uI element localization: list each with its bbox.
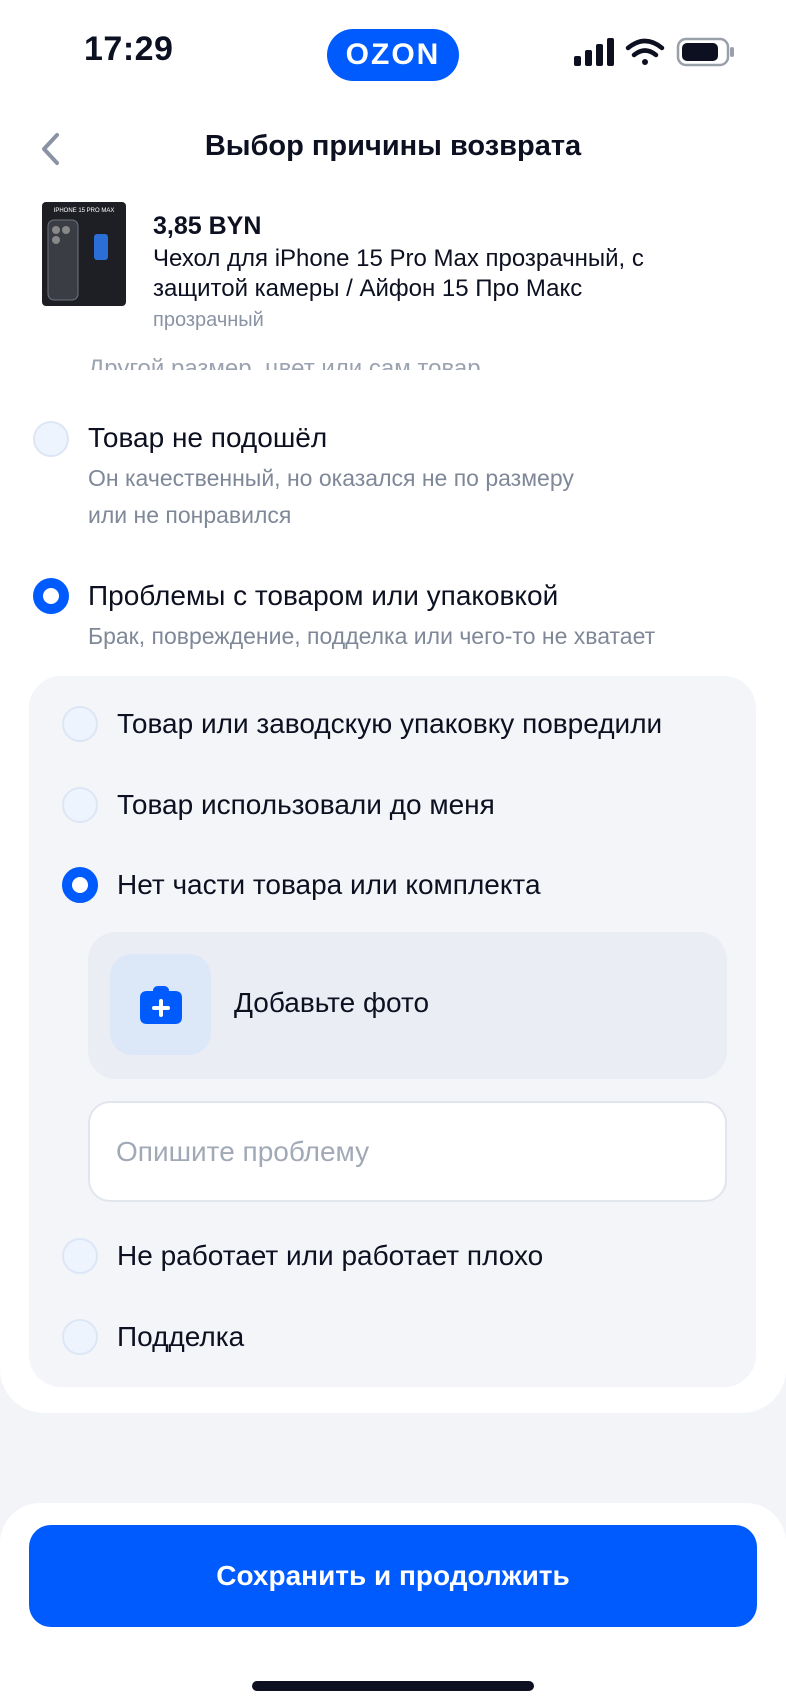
option-problems-title[interactable]: Проблемы с товаром или упаковкой xyxy=(88,580,558,612)
add-photo-button[interactable]: Добавьте фото xyxy=(88,932,727,1079)
sub-option-label[interactable]: Товар или заводскую упаковку повредили xyxy=(117,708,662,740)
wifi-icon xyxy=(625,38,665,65)
page-title: Выбор причины возврата xyxy=(204,130,582,162)
sub-option-label[interactable]: Нет части товара или комплекта xyxy=(117,869,541,901)
radio-sub-option[interactable] xyxy=(62,787,98,823)
product-variant: прозрачный xyxy=(153,309,264,331)
product-image-label: IPHONE 15 PRO MAX xyxy=(54,208,115,214)
product-price: 3,85 BYN xyxy=(153,212,262,240)
option-problems-subtitle: Брак, повреждение, подделка или чего-то … xyxy=(88,623,656,649)
save-continue-button[interactable]: Сохранить и продолжить xyxy=(29,1525,757,1627)
option-not-fit-subtitle-line2: или не понравился xyxy=(88,502,292,528)
battery-icon xyxy=(676,37,734,67)
photo-icon-box xyxy=(110,954,211,1055)
camera-plus-icon xyxy=(139,985,182,1024)
sub-option-label[interactable]: Не работает или работает плохо xyxy=(117,1240,543,1272)
product-name: Чехол для iPhone 15 Pro Max прозрачный, … xyxy=(153,245,644,302)
radio-sub-option[interactable] xyxy=(62,706,98,742)
describe-problem-input[interactable] xyxy=(88,1101,727,1202)
ozon-logo: OZON xyxy=(327,29,459,81)
radio-sub-option[interactable] xyxy=(62,1319,98,1355)
signal-icon xyxy=(574,38,614,66)
product-image: IPHONE 15 PRO MAX xyxy=(38,200,130,310)
status-time: 17:29 xyxy=(84,30,174,68)
radio-problems[interactable] xyxy=(33,578,69,614)
home-indicator xyxy=(252,1681,534,1691)
radio-not-fit[interactable] xyxy=(33,421,69,457)
option-not-fit-subtitle-line1: Он качественный, но оказался не по разме… xyxy=(88,465,574,491)
option-not-fit-title[interactable]: Товар не подошёл xyxy=(88,422,327,454)
sub-option-label[interactable]: Товар использовали до меня xyxy=(117,789,495,821)
radio-sub-option-selected[interactable] xyxy=(62,867,98,903)
add-photo-label: Добавьте фото xyxy=(234,987,430,1018)
option-cutoff-subtitle: Другой размер, цвет или сам товар xyxy=(88,355,481,370)
radio-sub-option[interactable] xyxy=(62,1238,98,1274)
status-icons xyxy=(572,36,736,68)
sub-option-label[interactable]: Подделка xyxy=(117,1321,244,1353)
